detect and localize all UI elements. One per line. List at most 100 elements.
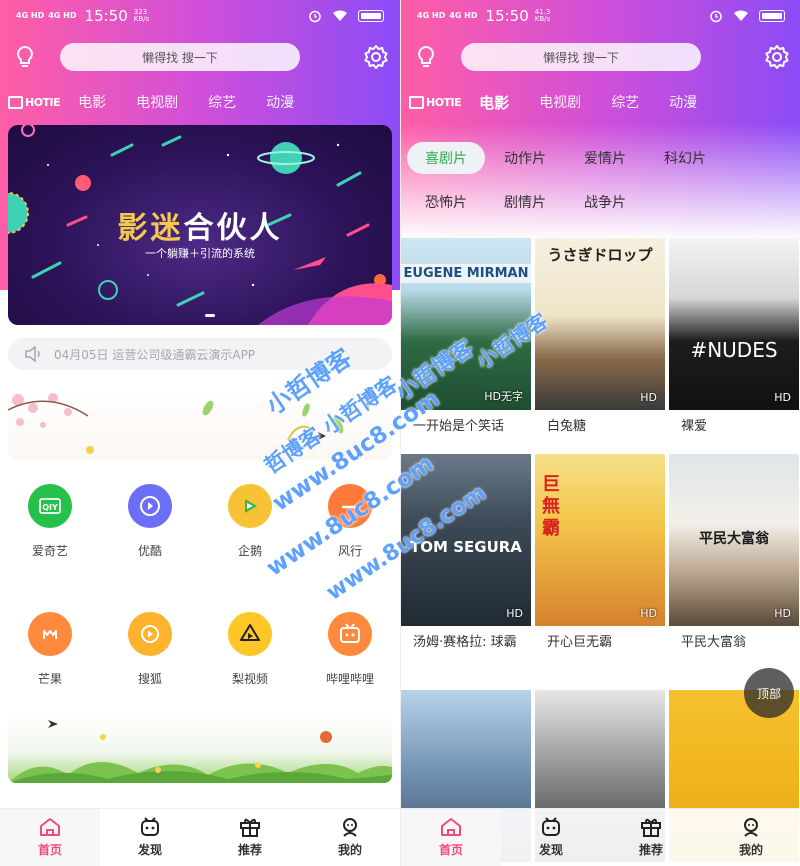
movie-card[interactable]: うさぎドロップ HD 白兔糖 xyxy=(535,238,665,437)
bottom-navigation: 首页 发现 推荐 我的 xyxy=(0,808,400,866)
app-bilibili[interactable]: 哔哩哔哩 xyxy=(300,612,400,687)
status-bar: 4G HD 4G HD 15:50 323 KB/s xyxy=(0,0,400,32)
quality-badge: HD xyxy=(640,607,657,620)
gift-icon xyxy=(240,818,260,837)
category-tabs: HOTIE 电影 电视剧 综艺 动漫 xyxy=(409,90,727,114)
hotie-logo[interactable]: HOTIE xyxy=(8,95,61,109)
movie-poster: うさぎドロップ HD xyxy=(535,238,665,410)
nav-recommend[interactable]: 推荐 xyxy=(200,809,300,866)
app-iqiyi[interactable]: QIY 爱奇艺 xyxy=(0,484,100,559)
network-speed: 41.3 KB/s xyxy=(534,8,551,23)
back-to-top-button[interactable]: 顶部 xyxy=(744,668,794,718)
nav-profile[interactable]: 我的 xyxy=(300,809,400,866)
announcement-text: 04月05日 运营公司级通霸云演示APP xyxy=(54,347,256,362)
nav-profile[interactable]: 我的 xyxy=(701,809,800,866)
tab-tv-series[interactable]: 电视剧 xyxy=(136,92,178,112)
carousel-indicator[interactable] xyxy=(205,314,215,317)
signal-indicator: 4G HD xyxy=(417,11,446,20)
profile-icon xyxy=(744,818,758,837)
wifi-icon xyxy=(333,10,347,21)
movie-title: 开心巨无霸 xyxy=(547,635,613,650)
iqiyi-icon: QIY xyxy=(28,484,72,528)
app-sohu[interactable]: 搜狐 xyxy=(100,612,200,687)
clock: 15:50 xyxy=(84,7,128,25)
status-bar: 4G HD 4G HD 15:50 41.3 KB/s xyxy=(401,0,800,32)
gear-icon[interactable] xyxy=(763,43,791,71)
nav-discover[interactable]: 发现 xyxy=(501,809,601,866)
search-input[interactable]: 懒得找 搜一下 xyxy=(60,43,300,71)
movie-title: 汤姆·赛格拉: 球霸 xyxy=(413,635,517,650)
nav-home[interactable]: 首页 xyxy=(401,809,501,866)
movie-poster: EUGENE MIRMAN HD无字 xyxy=(401,238,531,410)
pear-icon xyxy=(228,612,272,656)
discover-icon xyxy=(542,817,560,836)
genre-scifi[interactable]: 科幻片 xyxy=(647,142,723,174)
category-tabs: HOTIE 电影 电视剧 综艺 动漫 xyxy=(8,90,324,114)
quality-badge: HD xyxy=(774,607,791,620)
signal-indicator: 4G HD xyxy=(16,11,45,20)
tab-movies[interactable]: 电影 xyxy=(78,92,106,112)
quality-badge: HD xyxy=(774,391,791,404)
sohu-icon xyxy=(128,612,172,656)
movie-card[interactable]: 巨無霸 HD 开心巨无霸 xyxy=(535,454,665,653)
alarm-icon xyxy=(710,10,722,23)
hotie-logo[interactable]: HOTIE xyxy=(409,95,462,109)
gift-icon xyxy=(641,818,661,837)
genre-romance[interactable]: 爱情片 xyxy=(567,142,643,174)
tab-variety[interactable]: 综艺 xyxy=(208,92,236,112)
gear-icon[interactable] xyxy=(362,43,390,71)
home-screen: 4G HD 4G HD 15:50 323 KB/s 懒得找 搜一下 HOTIE… xyxy=(0,0,400,866)
app-youku[interactable]: 优酷 xyxy=(100,484,200,559)
wifi-icon xyxy=(734,10,748,21)
search-input[interactable]: 懒得找 搜一下 xyxy=(461,43,701,71)
genre-war[interactable]: 战争片 xyxy=(567,186,643,218)
speaker-icon xyxy=(25,346,40,362)
lightbulb-icon[interactable] xyxy=(12,44,38,70)
movie-card[interactable]: #NUDES HD 裸爱 xyxy=(669,238,799,437)
genre-horror[interactable]: 恐怖片 xyxy=(407,186,485,218)
tv-icon xyxy=(409,95,424,109)
movie-title: 裸爱 xyxy=(681,419,708,434)
app-pear-video[interactable]: 梨视频 xyxy=(200,612,300,687)
app-label: 风行 xyxy=(337,544,362,558)
app-funshion[interactable]: 风行 xyxy=(300,484,400,559)
funshion-icon xyxy=(328,484,372,528)
nav-recommend[interactable]: 推荐 xyxy=(601,809,701,866)
tv-icon xyxy=(8,95,23,109)
signal-indicator-2: 4G HD xyxy=(449,11,478,20)
movie-poster: TOM SEGURA HD xyxy=(401,454,531,626)
app-tencent[interactable]: 企鹅 xyxy=(200,484,300,559)
app-label: 优酷 xyxy=(137,544,162,558)
tab-movies[interactable]: 电影 xyxy=(479,92,509,113)
movie-card[interactable]: TOM SEGURA HD 汤姆·赛格拉: 球霸 xyxy=(401,454,531,653)
movie-title: 平民大富翁 xyxy=(681,635,747,650)
decorative-header xyxy=(8,390,392,460)
app-label: 爱奇艺 xyxy=(31,544,68,558)
profile-icon xyxy=(343,818,357,837)
tab-anime[interactable]: 动漫 xyxy=(266,92,294,112)
tab-tv-series[interactable]: 电视剧 xyxy=(539,92,581,112)
tencent-icon xyxy=(228,484,272,528)
genre-drama[interactable]: 剧情片 xyxy=(487,186,563,218)
lightbulb-icon[interactable] xyxy=(413,44,439,70)
promo-banner[interactable]: 影迷合伙人 一个躺赚＋引流的系统 xyxy=(8,125,392,325)
tab-variety[interactable]: 综艺 xyxy=(611,92,639,112)
nav-discover[interactable]: 发现 xyxy=(100,809,200,866)
genre-comedy[interactable]: 喜剧片 xyxy=(407,142,485,174)
announcement-bar[interactable]: 04月05日 运营公司级通霸云演示APP xyxy=(8,338,392,370)
app-mango[interactable]: 芒果 xyxy=(0,612,100,687)
tab-anime[interactable]: 动漫 xyxy=(669,92,697,112)
movie-card[interactable]: 平民大富翁 HD 平民大富翁 xyxy=(669,454,799,653)
home-icon xyxy=(441,818,461,836)
youku-icon xyxy=(128,484,172,528)
home-icon xyxy=(40,818,60,836)
nav-home[interactable]: 首页 xyxy=(0,809,100,866)
signal-indicator-2: 4G HD xyxy=(48,11,77,20)
quality-badge: HD无字 xyxy=(484,390,523,403)
app-label: 梨视频 xyxy=(231,672,268,686)
clock: 15:50 xyxy=(485,7,529,25)
genre-action[interactable]: 动作片 xyxy=(487,142,563,174)
meadow-drawing xyxy=(8,720,392,783)
app-label: 搜狐 xyxy=(137,672,162,686)
movie-card[interactable]: EUGENE MIRMAN HD无字 一开始是个笑话 xyxy=(401,238,531,437)
